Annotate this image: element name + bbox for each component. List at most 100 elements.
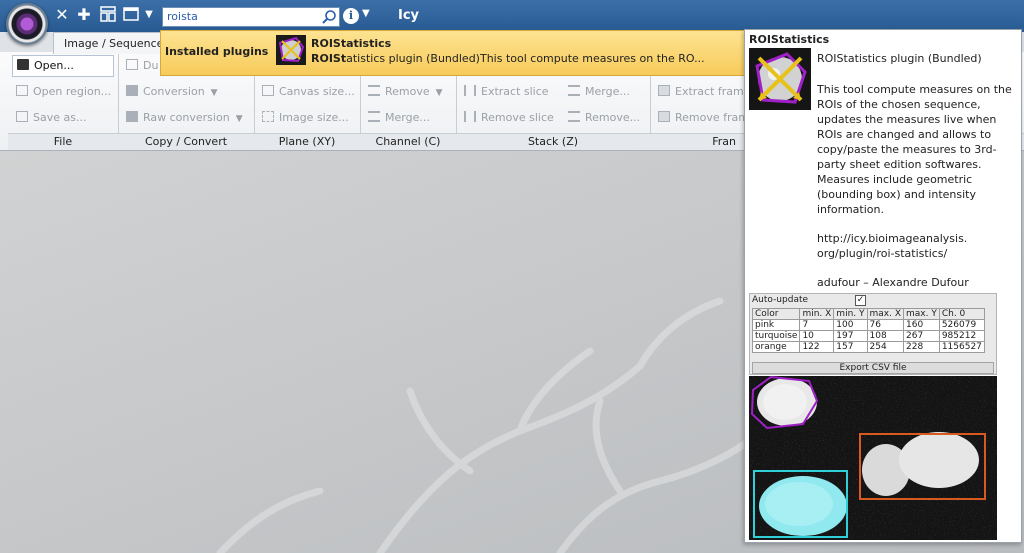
info-icon[interactable]: i	[343, 8, 359, 24]
merge-channel-icon	[368, 111, 380, 122]
table-header-cell[interactable]: min. X	[799, 308, 835, 320]
puzzle-icon[interactable]: ✚	[75, 6, 93, 24]
export-csv-button[interactable]: Export CSV file	[752, 362, 994, 374]
results-category-label: Installed plugins	[165, 45, 269, 58]
image-size-icon	[262, 111, 274, 122]
remove-channel-icon	[368, 85, 380, 96]
open-region-button[interactable]: Open region...	[16, 82, 111, 102]
open-region-icon	[16, 85, 28, 96]
table-cell: 76	[866, 319, 904, 331]
raw-conversion-button[interactable]: Raw conversion ▼	[126, 108, 243, 128]
remove-frame-icon	[658, 111, 670, 122]
chevron-down-icon[interactable]: ▼	[211, 83, 218, 103]
save-icon	[16, 111, 28, 122]
remove-frame-button[interactable]: Remove fram	[658, 108, 749, 128]
table-header-cell[interactable]: Color	[751, 308, 801, 320]
table-cell: 122	[799, 341, 835, 353]
group-file: Open... Open region... Save as... File	[8, 52, 119, 150]
window-icon[interactable]	[122, 6, 140, 24]
search-input[interactable]	[163, 8, 321, 24]
stack-merge-button[interactable]: Merge...	[568, 82, 630, 102]
save-as-button[interactable]: Save as...	[16, 108, 86, 128]
remove-slice-icon	[464, 111, 476, 122]
table-cell: 1156527	[938, 341, 985, 353]
extract-slice-button[interactable]: Extract slice	[464, 82, 549, 102]
search-results-popup: Installed plugins ROIStatistics ROIStati…	[160, 30, 747, 76]
table-cell: 100	[833, 319, 868, 331]
roi-statistics-table-panel: Auto-update ✓ Color min. Xmin. Ymax. Xmax…	[749, 293, 997, 375]
title-bar: ✕ ✚ ▼ i ▼ Icy	[0, 0, 1024, 45]
table-header-cell[interactable]: min. Y	[833, 308, 868, 320]
tooltip-subtitle: ROIStatistics plugin (Bundled)	[817, 52, 982, 65]
auto-update-checkbox[interactable]: ✓	[855, 295, 866, 306]
chevron-down-icon[interactable]: ▼	[236, 109, 243, 129]
tooltip-title: ROIStatistics	[749, 33, 830, 46]
plugin-info-tooltip: ROIStatistics ROIStatistics plugin (Bund…	[744, 29, 1022, 543]
table-cell: 197	[833, 330, 868, 342]
table-row[interactable]: turquoise 10 197 108 267 985212	[751, 330, 985, 342]
folder-icon	[17, 59, 29, 70]
tab-image-sequence[interactable]: Image / Sequence	[53, 32, 175, 54]
image-size-button[interactable]: Image size...	[262, 108, 349, 128]
table-cell: 7	[799, 319, 835, 331]
conversion-icon	[126, 85, 138, 96]
table-header-cell[interactable]: max. X	[866, 308, 904, 320]
roistatistics-large-icon	[749, 48, 811, 110]
result-plugin-description[interactable]: ROIStatistics plugin (Bundled)This tool …	[311, 52, 705, 65]
table-header-row: Color min. Xmin. Ymax. Xmax. Y Ch. 0	[751, 308, 985, 320]
stack-merge-icon	[568, 85, 580, 96]
extract-frame-button[interactable]: Extract fram	[658, 82, 744, 102]
extract-slice-icon	[464, 85, 476, 96]
roi-statistics-table: Color min. Xmin. Ymax. Xmax. Y Ch. 0 pink 7 1…	[751, 308, 985, 353]
table-cell: pink	[751, 319, 801, 331]
canvas-size-button[interactable]: Canvas size...	[262, 82, 355, 102]
tooltip-description: This tool compute measures on the ROIs o…	[817, 83, 1012, 216]
open-button[interactable]: Open...	[12, 55, 114, 77]
table-cell: orange	[751, 341, 801, 353]
duplicate-icon	[126, 59, 138, 70]
table-cell: 254	[866, 341, 904, 353]
search-icon[interactable]	[321, 9, 337, 25]
chevron-down-icon[interactable]: ▼	[436, 83, 443, 103]
icy-logo-icon[interactable]	[6, 3, 48, 45]
table-cell: 160	[903, 319, 940, 331]
table-row[interactable]: pink 7 100 76 160 526079	[751, 319, 985, 331]
tooltip-author: adufour – Alexandre Dufour	[817, 276, 969, 289]
group-label-copy-convert: Copy / Convert	[118, 133, 254, 150]
chevron-down-icon[interactable]: ▼	[140, 6, 158, 24]
canvas-size-icon	[262, 85, 274, 96]
group-label-file: File	[8, 133, 118, 150]
stack-remove-icon	[568, 111, 580, 122]
table-row[interactable]: orange 122 157 254 228 1156527	[751, 341, 985, 353]
result-plugin-name[interactable]: ROIStatistics	[311, 37, 391, 50]
table-cell: turquoise	[751, 330, 801, 342]
group-label-plane: Plane (XY)	[254, 133, 360, 150]
table-cell: 108	[866, 330, 904, 342]
table-header-cell[interactable]: Ch. 0	[938, 308, 985, 320]
tooltip-url[interactable]: http://icy.bioimageanalysis. org/plugin/…	[817, 231, 1017, 261]
group-label-stack: Stack (Z)	[456, 133, 650, 150]
table-cell: 157	[833, 341, 868, 353]
raw-conversion-icon	[126, 111, 138, 122]
channel-remove-button[interactable]: Remove ▼	[368, 82, 443, 102]
extract-frame-icon	[658, 85, 670, 96]
tooltip-body: This tool compute measures on the ROIs o…	[817, 82, 1017, 304]
duplicate-button[interactable]: Du	[126, 56, 158, 76]
auto-update-label: Auto-update	[752, 295, 809, 305]
remove-slice-button[interactable]: Remove slice	[464, 108, 554, 128]
table-cell: 228	[903, 341, 940, 353]
stack-remove-button[interactable]: Remove...	[568, 108, 640, 128]
table-cell: 526079	[938, 319, 985, 331]
table-header-cell[interactable]: max. Y	[903, 308, 940, 320]
info-chevron-icon[interactable]: ▼	[362, 8, 370, 19]
app-title: Icy	[398, 8, 420, 23]
roi-preview-image	[749, 376, 997, 540]
table-cell: 985212	[938, 330, 985, 342]
table-cell: 267	[903, 330, 940, 342]
layout-icon[interactable]	[99, 6, 117, 24]
close-x-icon[interactable]: ✕	[53, 6, 71, 24]
channel-merge-button[interactable]: Merge...	[368, 108, 430, 128]
group-label-channel: Channel (C)	[360, 133, 456, 150]
group-label-frame: Fran	[650, 133, 750, 150]
conversion-button[interactable]: Conversion ▼	[126, 82, 218, 102]
